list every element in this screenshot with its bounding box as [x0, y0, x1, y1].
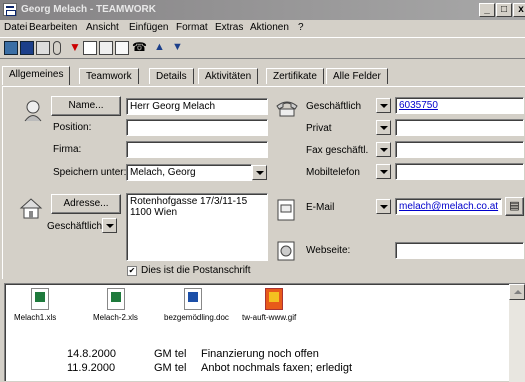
scroll-up-icon[interactable] [509, 284, 525, 300]
position-field[interactable] [126, 119, 268, 136]
house-icon [19, 197, 43, 219]
maximize-button[interactable]: □ [496, 3, 512, 17]
attach-icon[interactable] [53, 41, 61, 55]
full-name-field[interactable]: Herr Georg Melach [126, 98, 268, 115]
contact-person-icon [21, 98, 45, 122]
phone-private-dropdown[interactable] [376, 120, 391, 135]
tab-teamwork[interactable]: Teamwork [79, 68, 139, 84]
tab-details[interactable]: Details [149, 68, 194, 84]
note-text-1: Finanzierung noch offen [201, 348, 319, 360]
menu-bearbeiten[interactable]: Bearbeiten [29, 22, 77, 33]
position-label: Position: [53, 122, 92, 133]
notes-scrollbar[interactable] [509, 284, 525, 382]
minimize-button[interactable]: _ [479, 3, 495, 17]
address-book-button[interactable]: ▤ [505, 197, 524, 216]
close-button[interactable]: x [513, 3, 525, 17]
tab-strip: Allgemeines Teamwork Details Aktivitäten… [0, 62, 525, 85]
flag-icon[interactable]: ▼ [68, 41, 82, 55]
address-line-2: 1100 Wien [130, 207, 178, 218]
email-icon [275, 198, 297, 222]
phone-mobile-field[interactable] [395, 163, 524, 180]
menu-bar: Datei Bearbeiten Ansicht Einfügen Format… [0, 20, 525, 37]
note-type-2: GM tel [154, 362, 187, 374]
phone-mobile-dropdown[interactable] [376, 164, 391, 179]
print-icon[interactable] [36, 41, 50, 55]
menu-aktionen[interactable]: Aktionen [250, 22, 289, 33]
excel-file-icon[interactable] [31, 288, 49, 310]
contact-icon[interactable] [83, 41, 97, 55]
window-title: Georg Melach - TEAMWORK [21, 4, 157, 15]
postal-address-checkbox[interactable]: ✔ [127, 266, 137, 276]
tab-aktivitaeten[interactable]: Aktivitäten [198, 68, 259, 84]
attachment-name-2[interactable]: Melach-2.xls [93, 313, 138, 322]
postal-address-label: Dies ist die Postanschrift [141, 265, 251, 276]
name-button[interactable]: Name... [51, 96, 121, 116]
phone-fax-dropdown[interactable] [376, 142, 391, 157]
website-field[interactable] [395, 242, 524, 259]
dial-icon[interactable]: ☎ [132, 41, 147, 55]
notes-area[interactable]: Melach1.xls Melach-2.xls bezgemödling.do… [4, 283, 525, 382]
address-book-icon[interactable] [99, 41, 113, 55]
address-type-dropdown[interactable] [102, 218, 117, 233]
tab-allgemeines[interactable]: Allgemeines [2, 66, 71, 85]
menu-format[interactable]: Format [176, 22, 208, 33]
email-label: E-Mail [306, 202, 335, 213]
firma-field[interactable] [126, 141, 268, 158]
journal-icon[interactable] [115, 41, 129, 55]
email-field[interactable]: melach@melach.co.at [395, 198, 502, 215]
firma-label: Firma: [53, 144, 82, 155]
note-text-2: Anbot nochmals faxen; erledigt [201, 362, 353, 374]
phone-business-field[interactable]: 6035750 [395, 97, 524, 114]
menu-help[interactable]: ? [298, 22, 304, 33]
toolbar: ▼ ☎ ▲ ▼ [0, 37, 525, 59]
save-icon[interactable] [20, 41, 34, 55]
note-date-1: 14.8.2000 [67, 348, 116, 360]
phone-fax-field[interactable] [395, 141, 524, 158]
phone-business-value[interactable]: 6035750 [399, 100, 438, 111]
phone-business-dropdown[interactable] [376, 98, 391, 113]
address-line-1: Rotenhofgasse 17/3/11-15 [130, 196, 248, 207]
next-item-icon[interactable]: ▼ [172, 41, 186, 55]
save-as-field[interactable]: Melach, Georg [126, 164, 252, 181]
website-label: Webseite: [306, 245, 351, 256]
contact-card-icon [3, 3, 17, 16]
menu-einfuegen[interactable]: Einfügen [129, 22, 168, 33]
phone-label-business: Geschäftlich [306, 101, 362, 112]
phone-label-fax: Fax geschäftl. [306, 145, 369, 156]
address-button[interactable]: Adresse... [51, 194, 121, 214]
menu-ansicht[interactable]: Ansicht [86, 22, 119, 33]
address-field[interactable]: Rotenhofgasse 17/3/11-15 1100 Wien [126, 193, 268, 261]
email-value[interactable]: melach@melach.co.at [399, 201, 498, 212]
phone-private-field[interactable] [395, 119, 524, 136]
previous-item-icon[interactable]: ▲ [154, 41, 168, 55]
save-as-label: Speichern unter: [53, 167, 127, 178]
web-page-icon [275, 240, 297, 262]
phone-label-mobile: Mobiltelefon [306, 167, 360, 178]
excel-file-icon[interactable] [107, 288, 125, 310]
note-date-2: 11.9.2000 [67, 362, 116, 374]
attachment-name-4[interactable]: tw-auft-www.gif [242, 313, 296, 322]
attachment-name-3[interactable]: bezgemödling.doc [164, 313, 229, 322]
note-type-1: GM tel [154, 348, 187, 360]
phone-label-private: Privat [306, 123, 332, 134]
save-as-dropdown[interactable] [252, 165, 267, 180]
save-close-icon[interactable] [4, 41, 18, 55]
menu-datei[interactable]: Datei [4, 22, 27, 33]
email-dropdown[interactable] [376, 199, 391, 214]
attachment-name-1[interactable]: Melach1.xls [14, 313, 56, 322]
menu-extras[interactable]: Extras [215, 22, 243, 33]
title-bar: Georg Melach - TEAMWORK _ □ x [0, 0, 525, 20]
tab-zertifikate[interactable]: Zertifikate [266, 68, 324, 84]
tab-alle-felder[interactable]: Alle Felder [326, 68, 388, 84]
gif-file-icon[interactable] [265, 288, 283, 310]
word-file-icon[interactable] [184, 288, 202, 310]
address-type-label: Geschäftlich [47, 221, 103, 232]
general-panel: Name... Herr Georg Melach Position: Firm… [2, 86, 525, 279]
phone-icon [275, 98, 299, 118]
